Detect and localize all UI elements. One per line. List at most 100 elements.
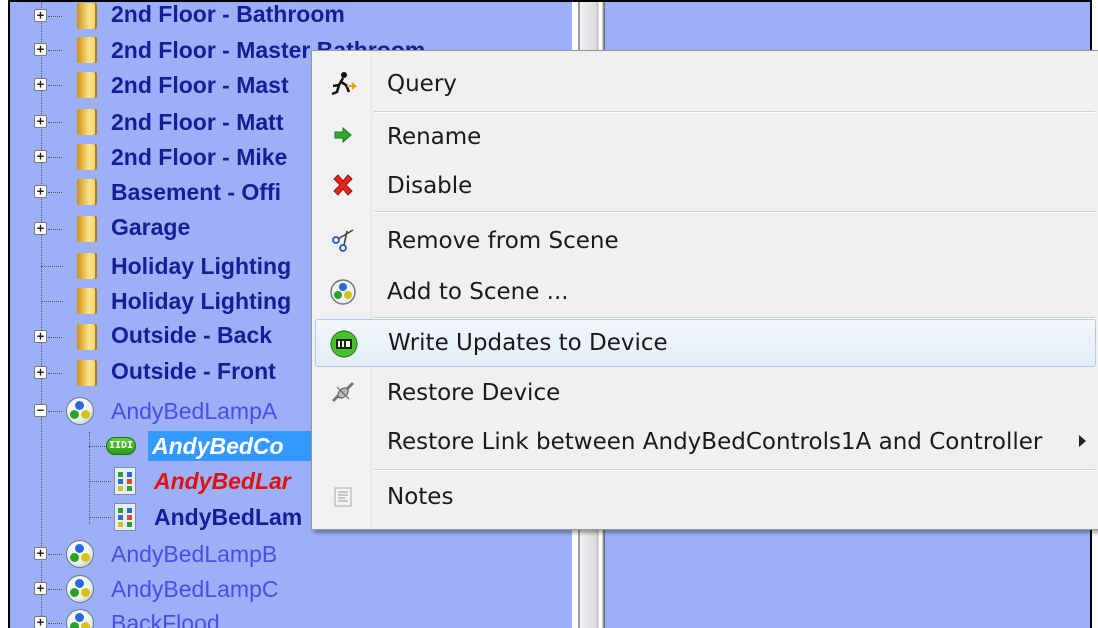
link-icon <box>114 467 136 495</box>
menu-item-add-to-scene[interactable]: Add to Scene ... <box>315 268 1096 316</box>
scene-icon <box>66 609 94 628</box>
tree-line <box>89 446 107 447</box>
tree-line <box>48 554 62 555</box>
tree-line <box>48 50 62 51</box>
tree-line <box>48 589 62 590</box>
tree-item-label: 2nd Floor - Mast <box>111 72 289 98</box>
scene-icon <box>66 397 94 425</box>
tree-line <box>48 411 62 412</box>
tree-line <box>48 373 62 374</box>
tree-item-label: AndyBedLampC <box>111 576 279 602</box>
expand-icon[interactable]: + <box>34 43 47 56</box>
tree-item-label: AndyBedLar <box>154 468 291 494</box>
link-icon <box>114 503 136 531</box>
tree-line <box>41 266 63 267</box>
menu-item-label: Remove from Scene <box>387 228 619 254</box>
folder-icon <box>77 109 97 135</box>
tree-item-label: Outside - Back <box>111 322 273 348</box>
menu-item-label: Rename <box>387 124 482 150</box>
menu-item-label: Restore Device <box>387 380 561 406</box>
menu-item-write-updates[interactable]: Write Updates to Device <box>315 319 1096 367</box>
menu-item-label: Notes <box>387 484 454 510</box>
folder-icon <box>77 179 97 205</box>
menu-item-label: Disable <box>387 173 473 199</box>
tree-line <box>48 157 62 158</box>
scene-icon <box>330 279 356 305</box>
tree-item-label: AndyBedLam <box>154 504 303 530</box>
context-menu: Query Rename Disable Remove from Scene A… <box>311 50 1098 530</box>
tree-item-label: Garage <box>111 214 191 240</box>
expand-icon[interactable]: + <box>34 366 47 379</box>
menu-item-notes[interactable]: Notes <box>315 473 1096 521</box>
expand-icon[interactable]: + <box>34 78 47 91</box>
menu-item-rename[interactable]: Rename <box>315 113 1096 161</box>
tree-item-label: Basement - Offi <box>111 179 281 205</box>
tree-item-scene[interactable]: + AndyBedLampC <box>10 572 572 606</box>
menu-item-label: Write Updates to Device <box>388 330 668 356</box>
menu-item-label: Add to Scene ... <box>387 279 569 305</box>
tree-item-label: Outside - Front <box>111 358 276 384</box>
tree-line <box>48 623 62 624</box>
red-x-icon <box>333 174 353 196</box>
tree-item-label: 2nd Floor - Mike <box>111 144 288 170</box>
menu-item-disable[interactable]: Disable <box>315 162 1096 210</box>
menu-item-label: Restore Link between AndyBedControls1A a… <box>387 429 1043 455</box>
expand-icon[interactable]: + <box>34 9 47 22</box>
tree-item-label: BackFlood <box>111 610 220 628</box>
menu-separator <box>374 469 1095 471</box>
expand-icon[interactable]: + <box>34 616 47 628</box>
scene-icon <box>66 575 94 603</box>
menu-item-query[interactable]: Query <box>315 60 1096 108</box>
folder-icon <box>77 37 97 63</box>
menu-item-restore-device[interactable]: Restore Device <box>315 369 1096 417</box>
expand-icon[interactable]: + <box>34 185 47 198</box>
tree-line <box>48 16 62 17</box>
tree-line <box>48 337 62 338</box>
tree-line <box>48 192 62 193</box>
expand-icon[interactable]: + <box>34 582 47 595</box>
running-man-icon <box>331 72 357 96</box>
menu-item-remove-from-scene[interactable]: Remove from Scene <box>315 217 1096 265</box>
folder-icon <box>77 253 97 279</box>
tree-line <box>89 517 111 518</box>
expand-icon[interactable]: + <box>34 222 47 235</box>
tree-item-label: Holiday Lighting <box>111 253 292 279</box>
green-arrow-icon <box>334 126 352 144</box>
restore-device-icon <box>331 381 355 403</box>
folder-icon <box>77 288 97 314</box>
scene-icon <box>66 540 94 568</box>
folder-icon <box>77 324 97 350</box>
folder-icon <box>77 3 97 29</box>
expand-icon[interactable]: + <box>34 115 47 128</box>
device-write-icon <box>330 330 358 358</box>
menu-item-label: Query <box>387 71 457 97</box>
tree-item-label: Holiday Lighting <box>111 288 292 314</box>
expand-icon[interactable]: + <box>34 330 47 343</box>
tree-item-label: AndyBedCo <box>152 433 284 459</box>
folder-icon <box>77 216 97 242</box>
tree-item-label: AndyBedLampB <box>111 541 278 567</box>
notes-icon <box>334 487 352 507</box>
tree-item-scene[interactable]: + BackFlood <box>10 606 572 628</box>
device-icon: IIDI <box>106 437 136 455</box>
folder-icon <box>77 360 97 386</box>
tree-item-folder[interactable]: + 2nd Floor - Bathroom <box>10 2 572 33</box>
submenu-arrow-icon <box>1079 435 1086 447</box>
expand-icon[interactable]: + <box>34 150 47 163</box>
tree-line <box>41 301 63 302</box>
collapse-icon[interactable]: − <box>34 404 47 417</box>
scissors-icon <box>332 229 354 252</box>
menu-item-restore-link[interactable]: Restore Link between AndyBedControls1A a… <box>315 418 1096 466</box>
tree-item-scene[interactable]: + AndyBedLampB <box>10 537 572 571</box>
tree-item-label: 2nd Floor - Matt <box>111 109 284 135</box>
tree-item-label: AndyBedLampA <box>111 398 278 424</box>
folder-icon <box>77 72 97 98</box>
tree-item-label: 2nd Floor - Bathroom <box>111 2 345 27</box>
folder-icon <box>77 144 97 170</box>
expand-icon[interactable]: + <box>34 547 47 560</box>
tree-line <box>48 122 62 123</box>
tree-line <box>48 85 62 86</box>
menu-separator <box>374 211 1095 213</box>
tree-line <box>48 229 62 230</box>
tree-line <box>89 481 111 482</box>
